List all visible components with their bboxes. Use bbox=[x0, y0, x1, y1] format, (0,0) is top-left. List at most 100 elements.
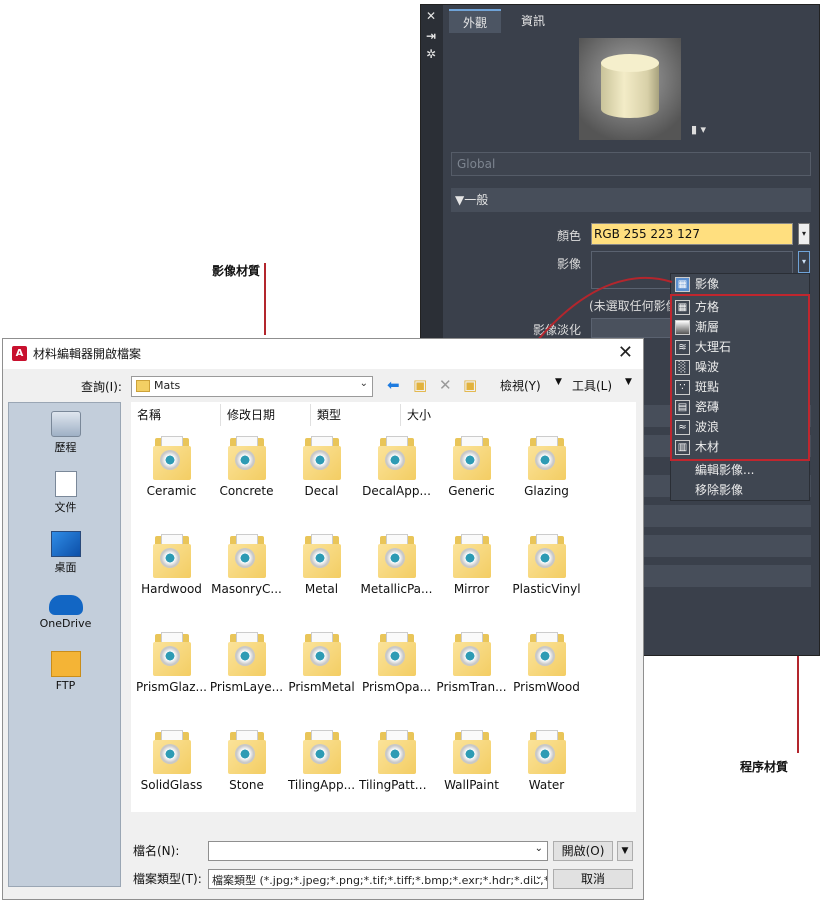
preview-shape-dropdown-icon[interactable]: ▮ ▾ bbox=[691, 123, 706, 136]
file-item[interactable]: TilingApp... bbox=[284, 730, 359, 792]
image-dropdown-button[interactable]: ▾ bbox=[798, 251, 810, 273]
file-item[interactable]: MasonryC... bbox=[209, 534, 284, 596]
file-item[interactable]: Concrete bbox=[209, 436, 284, 498]
back-icon[interactable]: ⬅ bbox=[387, 376, 400, 394]
file-name: Glazing bbox=[524, 484, 569, 498]
close-icon[interactable]: ✕ bbox=[426, 9, 436, 23]
view-chevron-icon[interactable]: ▼ bbox=[555, 377, 562, 387]
file-item[interactable]: Hardwood bbox=[134, 534, 209, 596]
dialog-title: 材料編輯器開啟檔案 bbox=[33, 347, 142, 361]
file-item[interactable]: Glazing bbox=[509, 436, 584, 498]
file-item[interactable]: PlasticVinyl bbox=[509, 534, 584, 596]
material-folder-icon bbox=[377, 632, 416, 676]
material-folder-icon bbox=[527, 534, 566, 578]
new-folder-icon[interactable]: ▣ bbox=[463, 376, 477, 394]
file-name: PrismLaye... bbox=[209, 680, 284, 694]
open-button[interactable]: 開啟(O) bbox=[553, 841, 613, 861]
material-preview bbox=[579, 38, 681, 140]
file-item[interactable]: PrismWood bbox=[509, 632, 584, 694]
preview-cylinder-icon bbox=[601, 52, 659, 122]
file-item[interactable]: PrismGlaz... bbox=[134, 632, 209, 694]
file-item[interactable]: PrismLaye... bbox=[209, 632, 284, 694]
place-ftp[interactable]: FTP bbox=[9, 651, 122, 692]
tab-appearance[interactable]: 外觀 bbox=[449, 9, 502, 33]
material-folder-icon bbox=[527, 436, 566, 480]
place-history[interactable]: 歷程 bbox=[9, 411, 122, 455]
cancel-button[interactable]: 取消 bbox=[553, 869, 633, 889]
file-item[interactable]: Ceramic bbox=[134, 436, 209, 498]
chevron-down-icon: ⌄ bbox=[534, 843, 543, 854]
delete-icon[interactable]: ✕ bbox=[439, 376, 452, 394]
file-item[interactable]: Stone bbox=[209, 730, 284, 792]
file-item[interactable]: WallPaint bbox=[434, 730, 509, 792]
color-label: 顏色 bbox=[556, 229, 581, 243]
file-item[interactable]: MetallicPa... bbox=[359, 534, 434, 596]
material-folder-icon bbox=[152, 730, 191, 774]
menu-item-edit-image[interactable]: 編輯影像... bbox=[675, 461, 754, 480]
chevron-down-icon: ⌄ bbox=[359, 378, 368, 389]
file-item[interactable]: Mirror bbox=[434, 534, 509, 596]
file-item[interactable]: PrismTran... bbox=[434, 632, 509, 694]
material-folder-icon bbox=[152, 632, 191, 676]
material-name-field[interactable]: Global bbox=[451, 152, 811, 176]
place-documents[interactable]: 文件 bbox=[9, 471, 122, 515]
filename-label: 檔名(N): bbox=[133, 844, 180, 858]
material-folder-icon bbox=[302, 436, 341, 480]
places-bar: 歷程 文件 桌面 OneDrive FTP bbox=[8, 402, 121, 887]
general-section-header[interactable]: ▼一般 bbox=[451, 188, 811, 212]
file-item[interactable]: Generic bbox=[434, 436, 509, 498]
settings-icon[interactable]: ✲ bbox=[426, 47, 436, 61]
file-item[interactable]: Water bbox=[509, 730, 584, 792]
tab-information[interactable]: 資訊 bbox=[507, 9, 559, 33]
onedrive-cloud-icon bbox=[48, 595, 83, 615]
column-size[interactable]: 大小 bbox=[401, 404, 491, 426]
close-icon[interactable]: ✕ bbox=[618, 342, 633, 363]
file-item[interactable]: PrismOpa... bbox=[359, 632, 434, 694]
file-item[interactable]: Metal bbox=[284, 534, 359, 596]
filetype-dropdown[interactable]: 檔案類型 (*.jpg;*.jpeg;*.png;*.tif;*.tiff;*.… bbox=[208, 869, 548, 889]
file-name: Concrete bbox=[219, 484, 274, 498]
tools-chevron-icon[interactable]: ▼ bbox=[625, 377, 632, 387]
look-in-dropdown[interactable]: Mats ⌄ bbox=[131, 376, 373, 397]
chevron-down-icon: ⌄ bbox=[534, 871, 543, 882]
column-type[interactable]: 類型 bbox=[311, 404, 401, 426]
color-dropdown-button[interactable]: ▾ bbox=[798, 223, 810, 245]
open-options-dropdown-icon[interactable]: ▼ bbox=[617, 841, 633, 861]
file-item[interactable]: TilingPattern bbox=[359, 730, 434, 792]
file-name: TilingApp... bbox=[287, 778, 356, 792]
dialog-titlebar: A 材料編輯器開啟檔案 ✕ bbox=[3, 339, 643, 369]
material-folder-icon bbox=[452, 632, 491, 676]
filename-input[interactable]: ⌄ bbox=[208, 841, 548, 861]
collapse-icon[interactable]: ⇥ bbox=[426, 29, 436, 43]
file-name: DecalApp... bbox=[362, 484, 431, 498]
file-item[interactable]: SolidGlass bbox=[134, 730, 209, 792]
up-folder-icon[interactable]: ▣ bbox=[413, 376, 427, 394]
material-folder-icon bbox=[227, 730, 266, 774]
file-name: PrismTran... bbox=[436, 680, 507, 694]
tools-menu[interactable]: 工具(L) bbox=[572, 377, 612, 394]
place-desktop[interactable]: 桌面 bbox=[9, 531, 122, 575]
menu-item-image[interactable]: ▦ 影像 bbox=[675, 275, 719, 294]
material-folder-icon bbox=[152, 436, 191, 480]
view-menu[interactable]: 檢視(Y) bbox=[500, 377, 541, 394]
material-folder-icon bbox=[302, 534, 341, 578]
file-item[interactable]: DecalApp... bbox=[359, 436, 434, 498]
material-folder-icon bbox=[377, 730, 416, 774]
color-field[interactable]: RGB 255 223 127 bbox=[591, 223, 793, 245]
file-name: Hardwood bbox=[141, 582, 202, 596]
file-item[interactable]: Decal bbox=[284, 436, 359, 498]
file-item[interactable]: PrismMetal bbox=[284, 632, 359, 694]
material-folder-icon bbox=[227, 632, 266, 676]
filetype-label: 檔案類型(T): bbox=[133, 872, 202, 886]
material-folder-icon bbox=[227, 436, 266, 480]
place-onedrive[interactable]: OneDrive bbox=[9, 591, 122, 630]
column-modified[interactable]: 修改日期 bbox=[221, 404, 311, 426]
material-folder-icon bbox=[302, 730, 341, 774]
file-name: PlasticVinyl bbox=[512, 582, 581, 596]
menu-item-remove-image[interactable]: 移除影像 bbox=[675, 481, 743, 500]
material-folder-icon bbox=[152, 534, 191, 578]
open-file-dialog: A 材料編輯器開啟檔案 ✕ 查詢(I): Mats ⌄ ⬅ ▣ ✕ ▣ 檢視(Y… bbox=[2, 338, 644, 900]
column-name[interactable]: 名稱 bbox=[131, 404, 221, 426]
file-name: PrismMetal bbox=[288, 680, 355, 694]
file-name: Metal bbox=[304, 582, 339, 596]
